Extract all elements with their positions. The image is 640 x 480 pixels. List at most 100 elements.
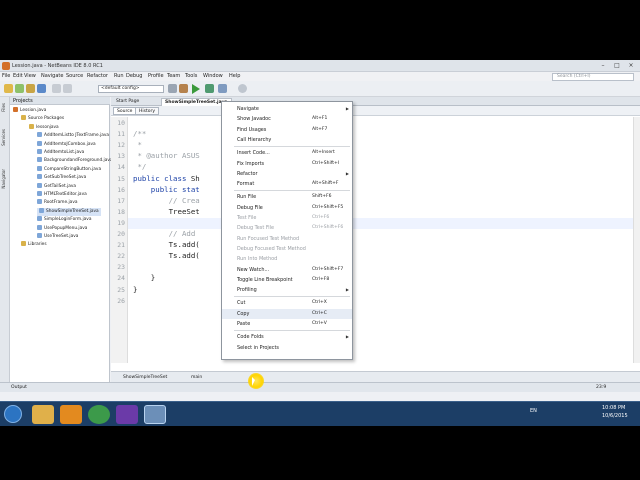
start-button[interactable] bbox=[4, 405, 22, 423]
menu-item[interactable]: Help bbox=[229, 72, 240, 81]
source-button[interactable]: Source bbox=[113, 107, 137, 115]
chrome-icon[interactable] bbox=[88, 405, 110, 424]
save-all-icon[interactable] bbox=[37, 84, 46, 93]
tree-item[interactable]: GetSubTreeSet.java bbox=[37, 174, 86, 182]
debug-icon[interactable] bbox=[205, 84, 214, 93]
menu-separator bbox=[234, 296, 350, 298]
tree-item[interactable]: BackgroundandForeground.java bbox=[37, 157, 113, 165]
line-number: 13 bbox=[117, 152, 125, 161]
clock-time[interactable]: 10:08 PM bbox=[602, 405, 625, 411]
menu-item[interactable]: Edit bbox=[13, 72, 23, 81]
context-menu-item-toggle-line-breakpoint[interactable]: Toggle Line Breakpoint Ctrl+F8 bbox=[222, 275, 352, 285]
context-menu-item-format[interactable]: Format Alt+Shift+F bbox=[222, 179, 352, 189]
file-explorer-icon[interactable] bbox=[32, 405, 54, 424]
menu-item[interactable]: Tools bbox=[185, 72, 197, 81]
tree-item-label: AddItemtoJCombox.java bbox=[44, 141, 96, 147]
tree-item[interactable]: AddItemtoList.java bbox=[37, 149, 84, 157]
menu-item[interactable]: Profile bbox=[148, 72, 164, 81]
menu-item[interactable]: Navigate bbox=[41, 72, 63, 81]
menu-item[interactable]: View bbox=[24, 72, 36, 81]
tree-item[interactable]: CompareStringButton.java bbox=[37, 165, 101, 174]
minimize-button[interactable]: – bbox=[596, 61, 610, 71]
tree-item[interactable]: SimpleLoginForm.java bbox=[37, 216, 91, 224]
context-menu-item-profiling[interactable]: Profiling ▶ bbox=[222, 285, 352, 295]
search-input[interactable]: Search (Ctrl+I) bbox=[552, 73, 634, 81]
context-menu-item-cut[interactable]: Cut Ctrl+X bbox=[222, 298, 352, 308]
menu-item[interactable]: Run bbox=[114, 72, 124, 81]
context-menu-item-debug-file[interactable]: Debug File Ctrl+Shift+F5 bbox=[222, 203, 352, 213]
context-menu-item-insert-code[interactable]: Insert Code... Alt+Insert bbox=[222, 148, 352, 158]
new-project-icon[interactable] bbox=[4, 84, 13, 93]
context-menu-item-run-focused-test-method: Run Focused Test Method bbox=[222, 234, 352, 244]
build-icon[interactable] bbox=[179, 84, 188, 93]
menu-item[interactable]: Window bbox=[203, 72, 223, 81]
context-menu-item-select-in-projects[interactable]: Select in Projects bbox=[222, 343, 352, 353]
netbeans-taskbar-icon[interactable] bbox=[144, 405, 166, 424]
clock-date[interactable]: 10/6/2015 bbox=[602, 413, 628, 419]
code-area[interactable]: /** * * @author ASUS */ public class Sh p… bbox=[133, 117, 633, 363]
netbeans-app-icon bbox=[2, 62, 10, 70]
menu-item[interactable]: Debug bbox=[126, 72, 142, 81]
open-project-icon[interactable] bbox=[26, 84, 35, 93]
taskbar: EN 10:08 PM 10/6/2015 bbox=[0, 401, 640, 426]
file-icon bbox=[37, 132, 42, 138]
context-menu-item-new-watch[interactable]: New Watch... Ctrl+Shift+F7 bbox=[222, 265, 352, 275]
close-button[interactable]: × bbox=[624, 61, 638, 71]
navigator-tab[interactable]: Navigator bbox=[1, 169, 9, 189]
context-menu-item-paste[interactable]: Paste Ctrl+V bbox=[222, 319, 352, 329]
menu-item[interactable]: Source bbox=[66, 72, 83, 81]
breadcrumb-class[interactable]: ShowSimpleTreeSet bbox=[123, 374, 167, 381]
tree-item[interactable]: UsePopupMenu.java bbox=[37, 224, 87, 233]
tree-item[interactable]: GetTailSet.java bbox=[37, 182, 76, 191]
tree-item[interactable]: Source Packages bbox=[21, 115, 64, 123]
breadcrumb-method[interactable]: main bbox=[191, 374, 202, 381]
tree-item[interactable]: lessonjava bbox=[29, 123, 59, 132]
projects-tab[interactable]: Projects bbox=[10, 97, 110, 105]
context-menu-item-code-folds[interactable]: Code Folds ▶ bbox=[222, 332, 352, 342]
maximize-button[interactable]: □ bbox=[610, 61, 624, 71]
media-player-icon[interactable] bbox=[60, 405, 82, 424]
context-menu-item-fix-imports[interactable]: Fix Imports Ctrl+Shift+I bbox=[222, 159, 352, 169]
context-menu-item-call-hierarchy[interactable]: Call Hierarchy bbox=[222, 135, 352, 145]
tree-item-label: SimpleLoginForm.java bbox=[44, 217, 92, 223]
tree-item[interactable]: Lession.java bbox=[13, 107, 46, 115]
menu-item[interactable]: Refactor bbox=[87, 72, 108, 81]
tree-item[interactable]: AddItemListto JTextFrame.java bbox=[37, 132, 109, 140]
context-menu-item-show-javadoc[interactable]: Show Javadoc Alt+F1 bbox=[222, 114, 352, 124]
files-tab[interactable]: Files bbox=[1, 103, 9, 112]
context-menu-item-refactor[interactable]: Refactor ▶ bbox=[222, 169, 352, 179]
menu-item[interactable]: File bbox=[2, 72, 10, 81]
context-menu-item-run-file[interactable]: Run File Shift+F6 bbox=[222, 192, 352, 202]
file-icon bbox=[37, 149, 42, 154]
memory-gauge-icon[interactable] bbox=[238, 84, 247, 93]
mouse-pointer-icon bbox=[252, 377, 255, 386]
context-menu-item-copy[interactable]: Copy Ctrl+C bbox=[222, 308, 352, 319]
context-menu-shortcut: Ctrl+Shift+F5 bbox=[312, 204, 344, 210]
tree-item[interactable]: AddItemtoJCombox.java bbox=[37, 140, 96, 149]
tree-item[interactable]: HTMLTextEditor.java bbox=[37, 191, 87, 199]
tree-item[interactable]: UseTreeSet.java bbox=[37, 233, 78, 241]
context-menu-shortcut: Ctrl+Shift+F7 bbox=[312, 266, 344, 272]
context-menu-item-navigate[interactable]: Navigate ▶ bbox=[222, 104, 352, 114]
tree-item[interactable]: Libraries bbox=[21, 241, 47, 249]
clean-build-icon[interactable] bbox=[168, 84, 177, 93]
tab-start-page[interactable]: Start Page bbox=[113, 98, 142, 106]
code-line: Ts.add( bbox=[133, 240, 200, 249]
redo-icon[interactable] bbox=[63, 84, 72, 93]
visual-studio-icon[interactable] bbox=[116, 405, 138, 424]
output-tab[interactable]: Output bbox=[11, 384, 27, 392]
tree-item[interactable]: RootFrame.java bbox=[37, 199, 78, 207]
tree-item[interactable]: ShowSimpleTreeSet.java bbox=[37, 207, 101, 217]
services-tab[interactable]: Services bbox=[1, 129, 9, 146]
context-menu-label: Debug Test File bbox=[237, 225, 275, 232]
config-select[interactable]: <default config> bbox=[98, 85, 164, 93]
language-indicator[interactable]: EN bbox=[530, 408, 537, 414]
history-button[interactable]: History bbox=[135, 107, 160, 115]
new-file-icon[interactable] bbox=[15, 84, 24, 93]
run-icon[interactable] bbox=[192, 84, 200, 94]
editor-scrollbar[interactable] bbox=[633, 117, 640, 363]
profile-icon[interactable] bbox=[218, 84, 227, 93]
undo-icon[interactable] bbox=[52, 84, 61, 93]
menu-item[interactable]: Team bbox=[167, 72, 180, 81]
context-menu-item-find-usages[interactable]: Find Usages Alt+F7 bbox=[222, 125, 352, 135]
